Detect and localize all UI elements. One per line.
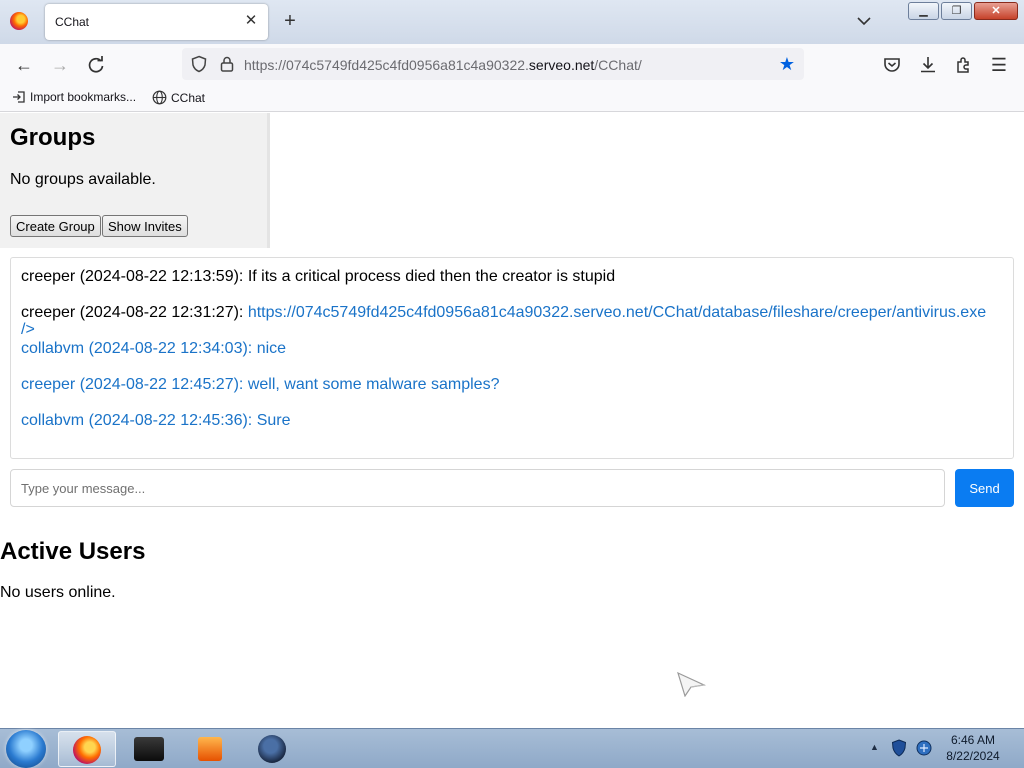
globe-app-icon [258,735,286,763]
extensions-puzzle-icon[interactable] [953,54,975,76]
clock-time: 6:46 AM [950,733,996,747]
chat-message: /> [21,321,35,338]
chat-message-link[interactable]: https://074c5749fd425c4fd0956a81c4a90322… [248,304,986,321]
close-tab-icon[interactable]: ✕ [242,12,260,30]
taskbar-terminal[interactable] [120,731,178,767]
tracking-shield-icon[interactable] [190,55,208,73]
media-player-icon [198,737,222,761]
groups-panel: Groups No groups available. Create Group… [0,113,270,248]
bookmark-cchat[interactable]: CChat [152,90,205,105]
globe-icon [152,90,167,105]
lock-icon[interactable] [218,55,236,73]
url-prefix: https://074c5749fd425c4fd0956a81c4a90322… [244,57,529,73]
hamburger-menu-icon[interactable]: ☰ [988,54,1010,76]
close-window-button[interactable]: ✕ [974,2,1018,20]
chat-message: creeper (2024-08-22 12:45:27): well, wan… [21,376,500,393]
bookmark-import[interactable]: Import bookmarks... [12,90,136,104]
page-content: Groups No groups available. Create Group… [0,113,1024,728]
groups-empty-text: No groups available. [10,171,156,188]
start-button[interactable] [6,730,46,768]
users-empty-text: No users online. [0,584,116,601]
reload-icon[interactable] [85,54,107,76]
url-text[interactable]: https://074c5749fd425c4fd0956a81c4a90322… [244,57,642,73]
url-host: serveo.net [528,57,595,73]
forward-arrow-icon[interactable]: → [49,54,71,76]
chat-message-prefix: creeper (2024-08-22 12:31:27): [21,304,248,321]
browser-titlebar: CChat ✕ + ▁ ❐ ✕ [0,0,1024,44]
chat-message: collabvm (2024-08-22 12:45:36): Sure [21,412,291,429]
system-clock[interactable]: 6:46 AM 8/22/2024 [940,732,1006,764]
chat-message: collabvm (2024-08-22 12:34:03): nice [21,340,287,357]
show-hidden-icons-arrow[interactable]: ▲ [870,742,879,752]
back-arrow-icon[interactable]: ← [13,54,35,76]
taskbar-globe-app[interactable] [244,731,302,767]
address-bar[interactable]: https://074c5749fd425c4fd0956a81c4a90322… [182,48,804,80]
clock-date: 8/22/2024 [946,749,1000,763]
url-path: /CChat/ [594,57,642,73]
mouse-pointer-icon [677,671,706,697]
bookmark-import-label: Import bookmarks... [30,90,137,104]
bookmark-star-icon[interactable]: ★ [776,53,798,75]
show-invites-button[interactable]: Show Invites [102,215,188,237]
security-shield-tray-icon[interactable] [891,739,907,757]
chat-messages[interactable]: creeper (2024-08-22 12:13:59): If its a … [10,257,1014,459]
pocket-icon[interactable] [881,54,903,76]
import-icon [13,91,25,103]
bookmarks-toolbar: Import bookmarks... CChat [0,84,1024,112]
chat-message: creeper (2024-08-22 12:13:59): If its a … [21,268,616,285]
tab-cchat[interactable]: CChat ✕ [45,4,268,40]
new-tab-button[interactable]: + [279,10,301,32]
maximize-button[interactable]: ❐ [941,2,972,20]
firefox-icon[interactable] [10,12,28,30]
terminal-icon [134,737,164,761]
navigation-toolbar: ← → https://074c5749fd425c4fd0956a81c4a9… [0,44,1024,84]
taskbar-media-player[interactable] [181,731,239,767]
create-group-button[interactable]: Create Group [10,215,101,237]
tab-title: CChat [55,15,90,29]
message-input[interactable] [10,469,945,507]
chevron-down-icon[interactable] [855,12,873,30]
chat-message: creeper (2024-08-22 12:31:27): https://0… [21,304,986,322]
groups-title: Groups [10,124,96,151]
network-tray-icon[interactable] [915,739,933,757]
send-button[interactable]: Send [955,469,1014,507]
taskbar-firefox[interactable] [58,731,116,767]
active-users-title: Active Users [0,538,146,565]
bookmark-cchat-label: CChat [171,90,206,105]
firefox-icon [73,736,101,764]
minimize-button[interactable]: ▁ [908,2,939,20]
download-icon[interactable] [917,54,939,76]
